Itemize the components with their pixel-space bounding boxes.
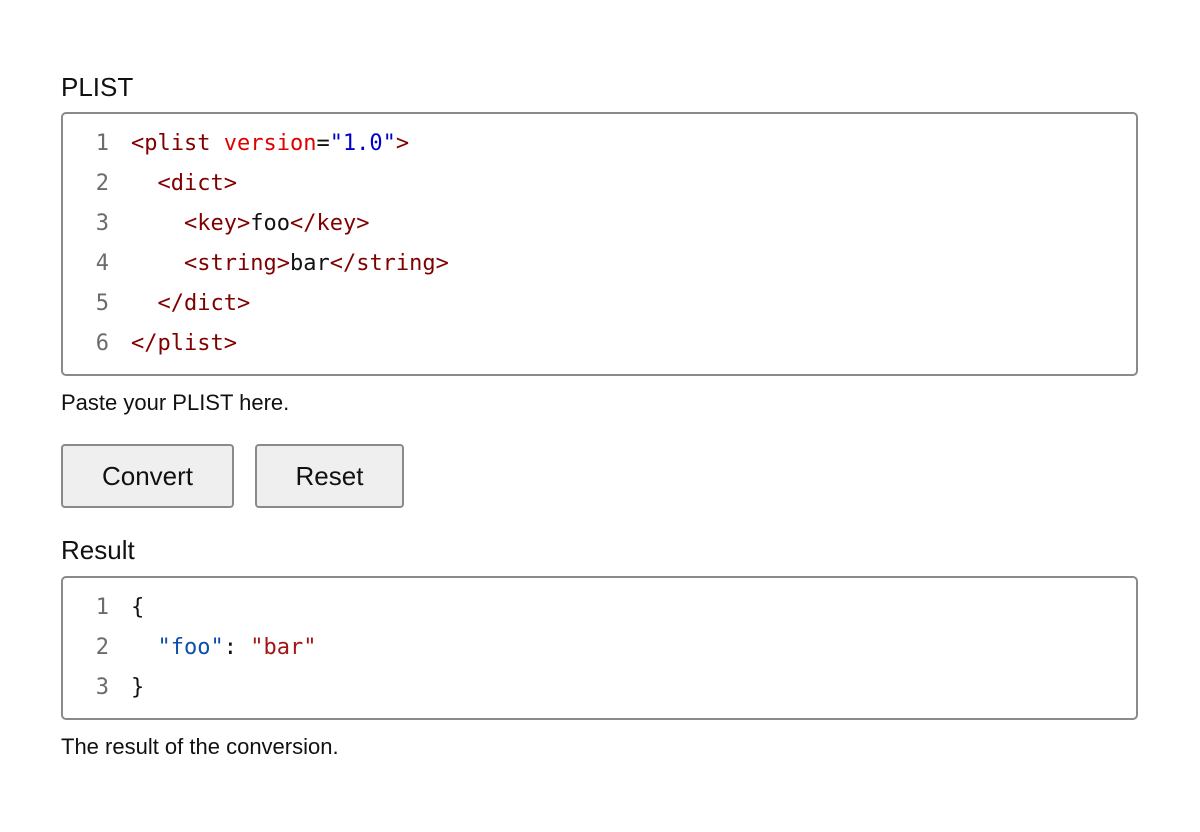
code-line: 6 </plist> <box>63 324 1136 364</box>
line-number: 6 <box>95 331 109 356</box>
result-editor[interactable]: 1{2 "foo": "bar" 3} <box>61 576 1138 720</box>
code-token: : <box>223 635 251 660</box>
code-token: > <box>395 131 410 156</box>
code-token: <dict> <box>157 171 237 196</box>
code-line: 2 <dict> <box>63 164 1136 204</box>
result-hint: The result of the conversion. <box>61 734 339 759</box>
code-token: <string> <box>183 251 290 276</box>
code-token: version <box>223 131 317 156</box>
code-token: { <box>131 595 145 620</box>
plist-editor[interactable]: 1 <plist version="1.0"> 2 <dict> 3 <key>foo… <box>61 112 1138 376</box>
code-line: 3 <key>foo</key> <box>63 204 1136 244</box>
code-line: 5 </dict> <box>63 284 1136 324</box>
line-code: <key>foo</key> <box>131 204 369 244</box>
reset-button[interactable]: Reset <box>255 444 404 508</box>
code-token: </key> <box>289 211 370 236</box>
code-token: </string> <box>329 251 449 276</box>
line-code: { <box>131 588 144 628</box>
code-line: 4 <string>bar</string> <box>63 244 1136 284</box>
line-code: <dict> <box>131 164 237 204</box>
line-code: <plist version="1.0"> <box>131 124 409 164</box>
plist-label: PLIST <box>61 72 134 102</box>
plist-hint: Paste your PLIST here. <box>61 390 290 415</box>
line-number: 4 <box>95 251 109 276</box>
line-number: 2 <box>95 635 109 660</box>
code-line: 1{ <box>63 588 1136 628</box>
code-token: <key> <box>183 211 251 236</box>
code-token: </dict> <box>157 291 251 316</box>
code-token: "1.0" <box>329 131 396 156</box>
line-code: </plist> <box>131 324 237 364</box>
line-number: 5 <box>95 291 109 316</box>
code-token: bar <box>289 251 330 276</box>
line-number: 2 <box>95 171 109 196</box>
convert-button[interactable]: Convert <box>61 444 234 508</box>
code-token: "foo" <box>157 635 224 660</box>
code-line: 1 <plist version="1.0"> <box>63 124 1136 164</box>
code-token: } <box>131 675 145 700</box>
result-label: Result <box>61 535 135 565</box>
line-code: "foo": "bar" <box>131 628 317 668</box>
code-token: "bar" <box>250 635 317 660</box>
line-code: </dict> <box>131 284 251 324</box>
line-code: <string>bar</string> <box>131 244 449 284</box>
code-token: </plist> <box>131 331 237 356</box>
code-line: 2 "foo": "bar" <box>63 628 1136 668</box>
line-number: 1 <box>95 131 109 156</box>
code-token: foo <box>250 211 290 236</box>
line-number: 3 <box>95 675 109 700</box>
line-code: } <box>131 668 144 708</box>
code-line: 3} <box>63 668 1136 708</box>
line-number: 1 <box>95 595 109 620</box>
code-token: <plist <box>131 131 224 156</box>
line-number: 3 <box>95 211 109 236</box>
code-token: = <box>316 131 330 156</box>
